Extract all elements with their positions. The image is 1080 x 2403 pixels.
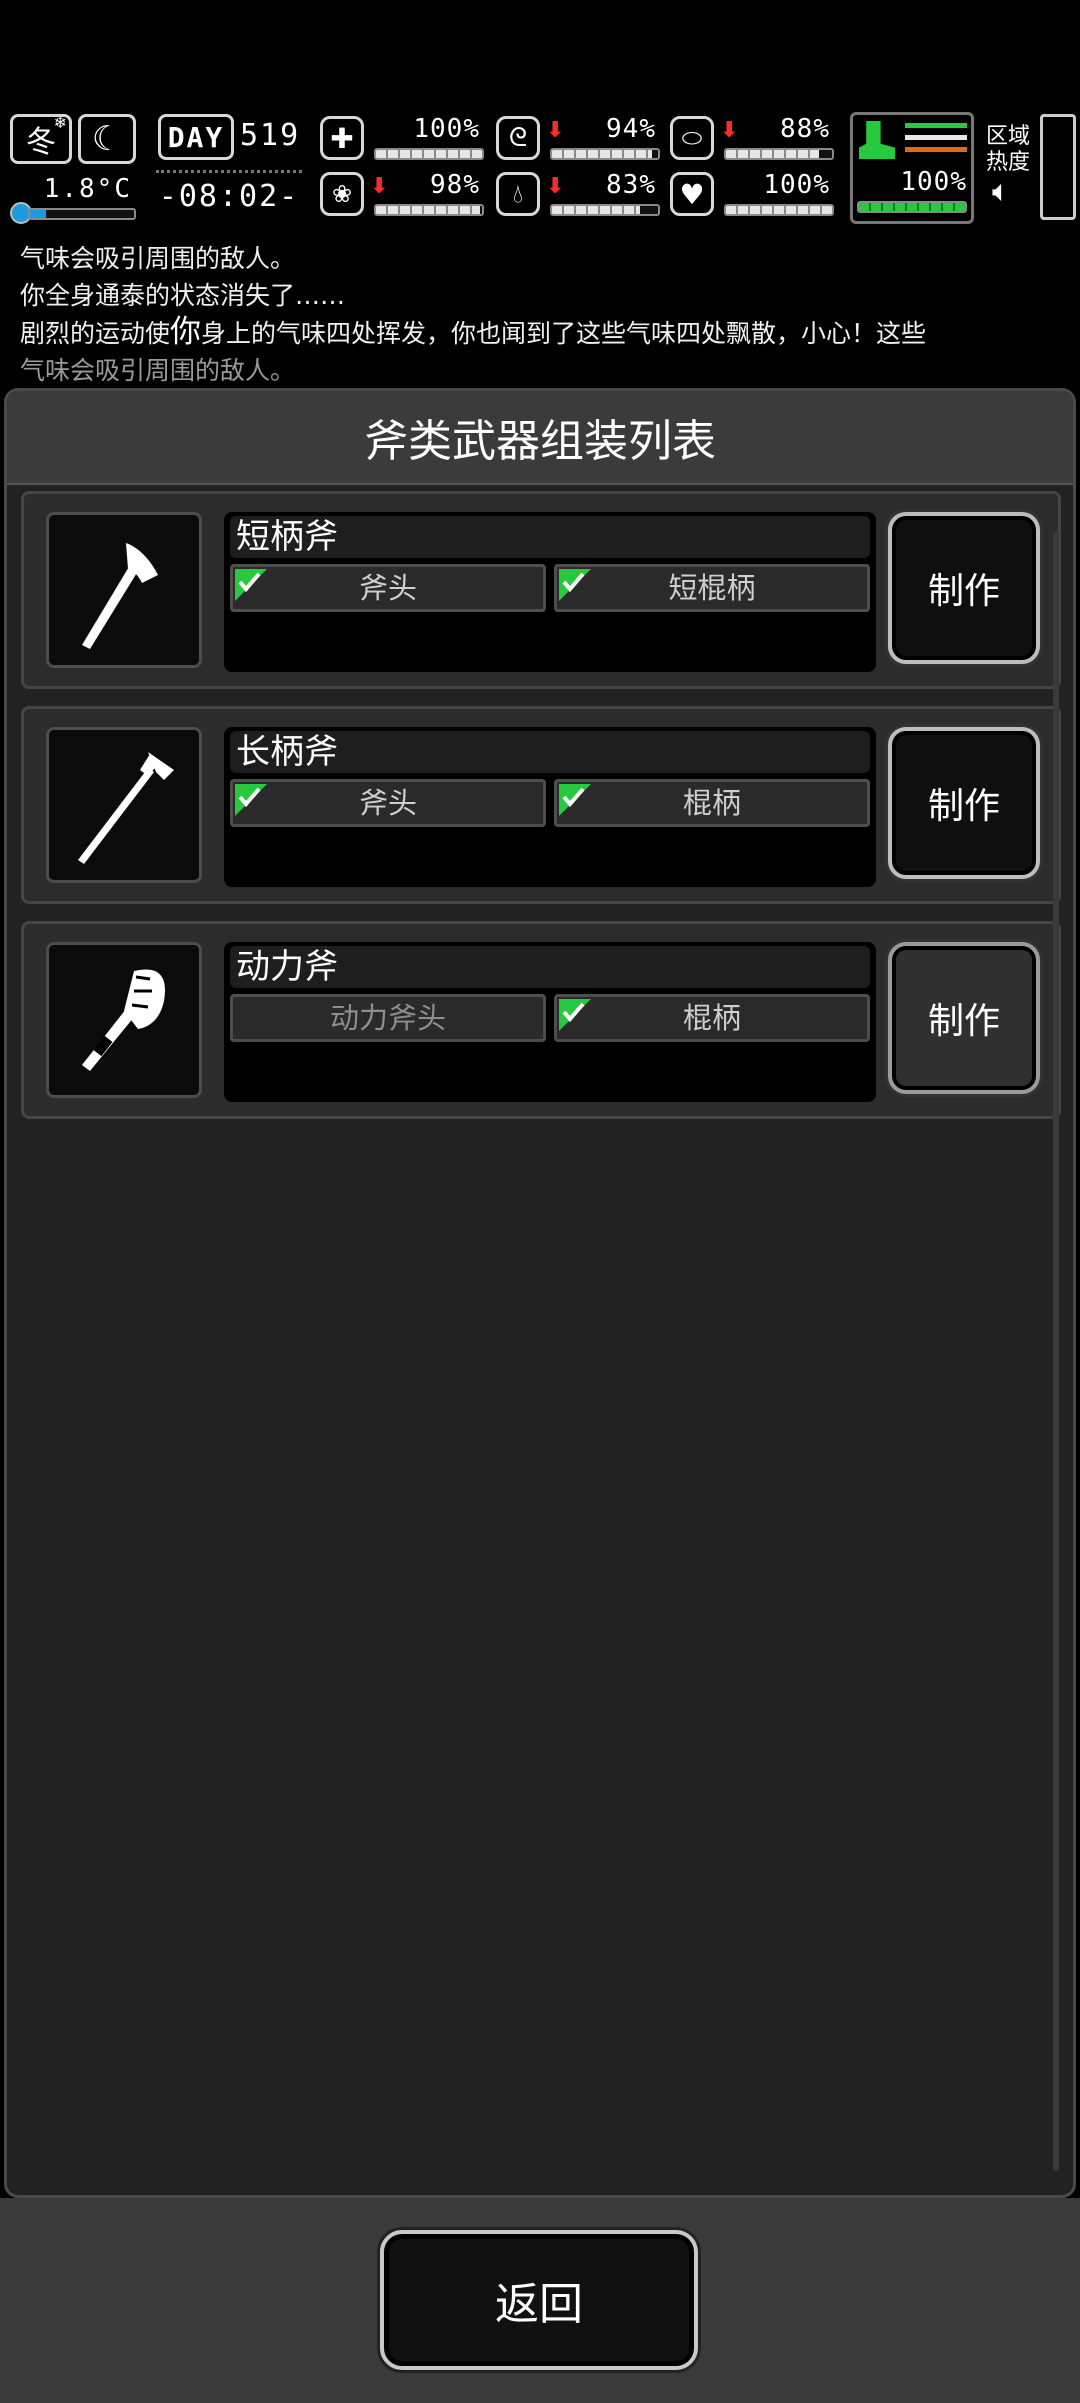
part-slot: 斧头 [230, 779, 546, 827]
bladder-bar [724, 148, 834, 160]
mood-value: 100% [763, 170, 830, 200]
recipe-name: 短柄斧 [230, 516, 870, 558]
part-slot-missing: 动力斧头 [230, 994, 546, 1042]
recipe-info: 动力斧 动力斧头 棍柄 [224, 942, 876, 1102]
stamina-panel: 100% [850, 112, 974, 224]
recipe-row: 动力斧 动力斧头 棍柄 制作 [21, 921, 1061, 1119]
craft-button[interactable]: 制作 [888, 512, 1040, 664]
axe-assembly-panel: 斧类武器组装列表 短柄斧 斧头 短棍柄 制作 长柄斧 斧头 棍柄 制作 动力斧 … [4, 388, 1076, 2198]
recipe-row: 短柄斧 斧头 短棍柄 制作 [21, 491, 1061, 689]
long-axe-icon [46, 727, 202, 883]
check-icon [235, 784, 267, 816]
day-box: DAY [158, 114, 234, 160]
back-button[interactable]: 返回 [380, 2230, 698, 2370]
brain-icon: ❀ [320, 172, 364, 216]
bladder-icon: ⬭ [670, 116, 714, 160]
log-line: 你全身通泰的状态消失了…… [20, 281, 346, 310]
hunger-value: 94% [606, 114, 656, 144]
message-log: 气味会吸引周围的敌人。 你全身通泰的状态消失了…… 剧烈的运动使你身上的气味四处… [20, 240, 1065, 389]
log-line: 气味会吸引周围的敌人。 [20, 244, 296, 273]
season-box: 冬 ❄ [10, 113, 72, 164]
snowflake-icon: ❄ [53, 113, 67, 132]
hatchet-icon [46, 512, 202, 668]
recipe-info: 短柄斧 斧头 短棍柄 [224, 512, 876, 672]
log-line: 气味会吸引周围的敌人。 [20, 356, 296, 385]
check-icon [559, 999, 591, 1031]
list-scrollbar[interactable] [1053, 531, 1059, 2171]
part-slot: 斧头 [230, 564, 546, 612]
footer-bar: 返回 [0, 2198, 1080, 2403]
thirst-value: 83% [606, 170, 656, 200]
recipe-info: 长柄斧 斧头 棍柄 [224, 727, 876, 887]
recipe-list[interactable]: 短柄斧 斧头 短棍柄 制作 长柄斧 斧头 棍柄 制作 动力斧 动力斧头 棍柄 制… [21, 491, 1061, 1136]
game-screen: 冬 ❄ ☾ 1.8°C DAY 519 -08:02- ✚ 100% ᘓ ⬇ 9… [0, 0, 1080, 2403]
recipe-name: 长柄斧 [230, 731, 870, 773]
thermometer: 1.8°C [8, 174, 138, 224]
panel-title: 斧类武器组装列表 [7, 391, 1073, 485]
temperature-bar [28, 208, 136, 220]
part-slot: 棍柄 [554, 994, 870, 1042]
recipe-row: 长柄斧 斧头 棍柄 制作 [21, 706, 1061, 904]
moon-icon: ☾ [91, 119, 123, 159]
check-icon [235, 569, 267, 601]
check-icon [559, 784, 591, 816]
health-value: 100% [413, 114, 480, 144]
check-icon [559, 569, 591, 601]
boot-icon [859, 121, 895, 159]
heart-icon: ♥ [670, 172, 714, 216]
season-label: 冬 [26, 125, 56, 160]
part-slot: 棍柄 [554, 779, 870, 827]
day-number: 519 [240, 118, 301, 153]
temperature-value: 1.8°C [43, 174, 132, 204]
part-slot: 短棍柄 [554, 564, 870, 612]
day-label: DAY [167, 120, 225, 154]
craft-button[interactable]: 制作 [888, 727, 1040, 879]
stamina-indicator-lines [905, 123, 967, 152]
hunger-bar [550, 148, 660, 160]
craft-button-disabled[interactable]: 制作 [888, 942, 1040, 1094]
mood-bar [724, 204, 834, 216]
sanity-bar [374, 204, 484, 216]
health-bar [374, 148, 484, 160]
night-moon-box: ☾ [78, 114, 136, 164]
area-heat-meter [1040, 114, 1076, 220]
speaker-icon: 🔈︎ [992, 174, 1010, 209]
clock: -08:02- [156, 170, 302, 220]
stamina-value: 100% [900, 167, 967, 197]
bladder-value: 88% [780, 114, 830, 144]
status-hud: 冬 ❄ ☾ 1.8°C DAY 519 -08:02- ✚ 100% ᘓ ⬇ 9… [0, 108, 1080, 228]
power-axe-icon [46, 942, 202, 1098]
clock-time: -08:02- [158, 179, 300, 214]
sanity-value: 98% [430, 170, 480, 200]
medkit-icon: ✚ [320, 116, 364, 160]
stomach-icon: ᘓ [496, 116, 540, 160]
area-heat-label-2: 热度 [986, 150, 1031, 175]
log-line: 剧烈的运动使你身上的气味四处挥发，你也闻到了这些气味四处飘散，小心！这些 [20, 314, 927, 350]
thirst-bar [550, 204, 660, 216]
recipe-name: 动力斧 [230, 946, 870, 988]
temperature-bar-fill [30, 210, 46, 218]
area-heat[interactable]: 区域 热度 🔈︎ [982, 114, 1078, 226]
water-drop-icon: 💧︎ [496, 172, 540, 216]
stamina-bar [857, 201, 967, 213]
